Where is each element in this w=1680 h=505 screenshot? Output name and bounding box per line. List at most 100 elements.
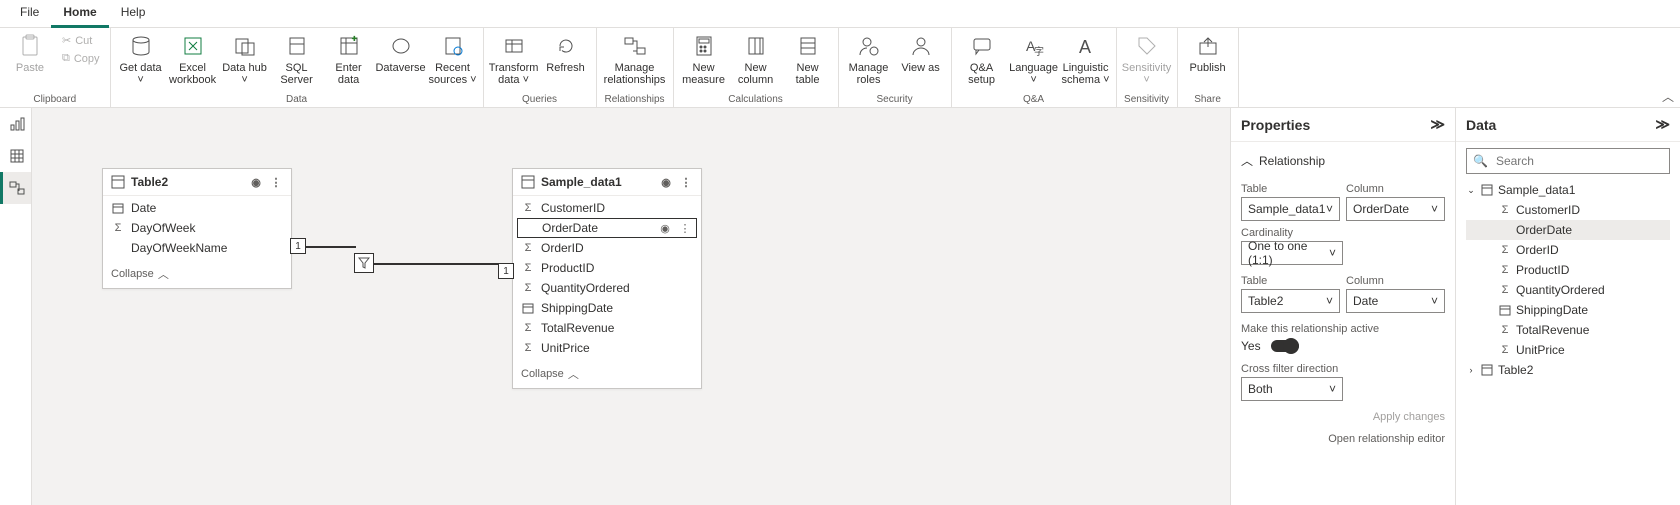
sigma-icon: Σ [1498, 243, 1512, 257]
relationship-line[interactable] [306, 246, 356, 248]
apply-changes-link[interactable]: Apply changes [1241, 411, 1445, 423]
section-relationship[interactable]: ︿ Relationship [1241, 148, 1445, 173]
table-card-table2[interactable]: Table2 ◉ ⋮ DateΣDayOfWeekDayOfWeekName C… [102, 168, 292, 289]
crossfilter-label: Cross filter direction [1241, 363, 1445, 375]
menu-help[interactable]: Help [109, 0, 158, 28]
ribbon-group-queries: Transform data ˅ Refresh Queries [484, 28, 597, 107]
field-name: ProductID [1516, 263, 1569, 277]
tree-field[interactable]: ΣUnitPrice [1466, 340, 1670, 360]
manage-roles-button[interactable]: Manage roles [843, 30, 895, 88]
tree-field[interactable]: ΣQuantityOrdered [1466, 280, 1670, 300]
table-name: Sample_data1 [541, 175, 622, 189]
active-toggle[interactable] [1271, 340, 1299, 352]
more-icon[interactable]: ⋮ [679, 175, 693, 189]
recent-sources-button[interactable]: Recent sources ˅ [427, 30, 479, 88]
visibility-icon[interactable]: ◉ [659, 175, 673, 189]
sigma-icon: Σ [521, 241, 535, 255]
tree-field[interactable]: ΣTotalRevenue [1466, 320, 1670, 340]
schema-icon: A [1072, 32, 1100, 60]
model-canvas[interactable]: Table2 ◉ ⋮ DateΣDayOfWeekDayOfWeekName C… [32, 108, 1230, 505]
refresh-button[interactable]: Refresh [540, 30, 592, 76]
more-icon[interactable]: ⋮ [269, 175, 283, 189]
field-name: OrderID [541, 241, 584, 255]
rel-filter-icon[interactable] [354, 253, 374, 273]
visibility-icon[interactable]: ◉ [658, 221, 672, 235]
qa-setup-button[interactable]: Q&A setup [956, 30, 1008, 88]
manage-relationships-button[interactable]: Manage relationships [601, 30, 669, 88]
language-button[interactable]: A字Language˅ [1008, 30, 1060, 88]
field-name: UnitPrice [1516, 343, 1565, 357]
menu-home[interactable]: Home [51, 0, 108, 28]
sql-server-button[interactable]: SQL Server [271, 30, 323, 88]
field-name: Date [131, 201, 156, 215]
sigma-icon: Σ [1498, 323, 1512, 337]
transform-data-button[interactable]: Transform data ˅ [488, 30, 540, 88]
publish-button[interactable]: Publish [1182, 30, 1234, 76]
search-box[interactable]: 🔍 [1466, 148, 1670, 174]
more-icon[interactable]: ⋮ [678, 221, 692, 235]
col1-picker[interactable]: OrderDate˅ [1346, 197, 1445, 221]
tree-table-table2[interactable]: › Table2 [1466, 360, 1670, 380]
field-item[interactable]: ΣQuantityOrdered [513, 278, 701, 298]
field-item[interactable]: Σ OrderID [513, 238, 701, 258]
table-card-sampledata1[interactable]: Sample_data1 ◉ ⋮ ΣCustomerID OrderDate ◉ ⋮ Σ… [512, 168, 702, 389]
field-item[interactable]: ΣUnitPrice [513, 338, 701, 358]
search-input[interactable] [1494, 153, 1663, 169]
ribbon-group-clipboard: Paste ✂Cut ⧉Copy Clipboard [0, 28, 111, 107]
field-item[interactable]: ΣCustomerID [513, 198, 701, 218]
new-measure-button[interactable]: New measure [678, 30, 730, 88]
sigma-icon: Σ [111, 221, 125, 235]
field-name: OrderDate [542, 221, 598, 235]
field-item[interactable]: ΣTotalRevenue [513, 318, 701, 338]
cardinality-picker[interactable]: One to one (1:1)˅ [1241, 241, 1343, 265]
collapse-button[interactable]: Collapse ︿ [513, 360, 701, 388]
sensitivity-button[interactable]: Sensitivity˅ [1121, 30, 1173, 88]
linguistic-schema-button[interactable]: ALinguistic schema ˅ [1060, 30, 1112, 88]
data-view-button[interactable] [0, 140, 31, 172]
report-view-button[interactable] [0, 108, 31, 140]
excel-workbook-button[interactable]: Excel workbook [167, 30, 219, 88]
visibility-icon[interactable]: ◉ [249, 175, 263, 189]
crossfilter-picker[interactable]: Both˅ [1241, 377, 1343, 401]
model-view-button[interactable] [0, 172, 31, 204]
field-item[interactable]: ShippingDate [513, 298, 701, 318]
field-item[interactable]: DayOfWeekName [103, 238, 291, 258]
chevron-right-icon: › [1466, 365, 1476, 375]
tree-field[interactable]: OrderDate [1466, 220, 1670, 240]
tree-field[interactable]: ΣProductID [1466, 260, 1670, 280]
ribbon-group-qa: Q&A setup A字Language˅ ALinguistic schema… [952, 28, 1117, 107]
tree-field[interactable]: ShippingDate [1466, 300, 1670, 320]
relationship-line[interactable] [374, 263, 498, 265]
field-item[interactable]: ΣDayOfWeek [103, 218, 291, 238]
field-item[interactable]: OrderDate ◉ ⋮ [517, 218, 697, 238]
view-as-button[interactable]: View as [895, 30, 947, 76]
tree-field[interactable]: ΣCustomerID [1466, 200, 1670, 220]
get-data-button[interactable]: Get data ˅ [115, 30, 167, 88]
table-label: Table [1241, 275, 1340, 287]
field-item[interactable]: Date [103, 198, 291, 218]
enter-data-button[interactable]: +Enter data [323, 30, 375, 88]
person-gear-icon [855, 32, 883, 60]
collapse-button[interactable]: Collapse ︿ [103, 260, 291, 288]
table2-picker[interactable]: Table2˅ [1241, 289, 1340, 313]
cut-button[interactable]: ✂Cut [58, 32, 104, 49]
copy-button[interactable]: ⧉Copy [58, 50, 104, 67]
database-icon [127, 32, 155, 60]
menu-file[interactable]: File [8, 0, 51, 28]
tree-field[interactable]: ΣOrderID [1466, 240, 1670, 260]
new-column-button[interactable]: New column [730, 30, 782, 88]
dataverse-button[interactable]: Dataverse [375, 30, 427, 76]
collapse-pane-icon[interactable]: ≫ [1655, 116, 1670, 133]
tree-table-sampledata1[interactable]: ⌄ Sample_data1 [1466, 180, 1670, 200]
chevron-up-icon: ︿ [158, 266, 169, 282]
open-relationship-editor-link[interactable]: Open relationship editor [1241, 433, 1445, 445]
col2-picker[interactable]: Date˅ [1346, 289, 1445, 313]
table1-picker[interactable]: Sample_data1˅ [1241, 197, 1340, 221]
paste-button[interactable]: Paste [4, 30, 56, 76]
collapse-pane-icon[interactable]: ≫ [1430, 116, 1445, 133]
dataverse-icon [387, 32, 415, 60]
field-item[interactable]: ΣProductID [513, 258, 701, 278]
data-hub-button[interactable]: Data hub ˅ [219, 30, 271, 88]
new-table-button[interactable]: New table [782, 30, 834, 88]
ribbon-collapse-icon[interactable]: ︿ [1662, 88, 1674, 105]
